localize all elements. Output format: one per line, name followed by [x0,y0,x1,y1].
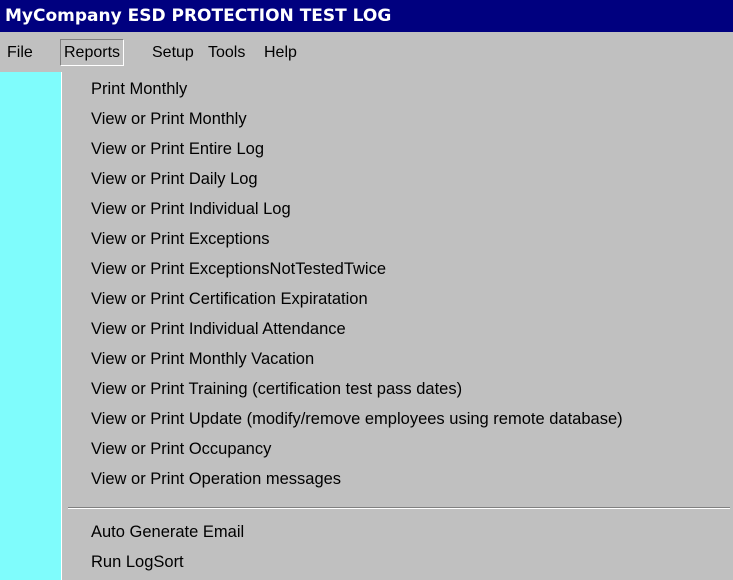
menu-item-run-logsort[interactable]: Run LogSort [91,547,184,577]
menu-help[interactable]: Help [261,39,300,66]
menu-tools[interactable]: Tools [205,39,248,66]
menu-item-view-print-entire-log[interactable]: View or Print Entire Log [91,134,264,164]
menu-item-view-print-daily-log[interactable]: View or Print Daily Log [91,164,258,194]
menu-item-view-print-occupancy[interactable]: View or Print Occupancy [91,434,271,464]
menu-reports[interactable]: Reports [60,39,125,66]
menu-bar: File Reports Setup Tools Help [0,32,733,72]
menu-file[interactable]: File [4,39,36,66]
app-window: MyCompany ESD PROTECTION TEST LOG File R… [0,0,733,580]
menu-item-view-print-individual-log[interactable]: View or Print Individual Log [91,194,291,224]
menu-item-view-print-certification-expiration[interactable]: View or Print Certification Expiratation [91,284,368,314]
menu-item-view-print-operation-messages[interactable]: View or Print Operation messages [91,464,341,494]
menu-item-view-print-individual-attendance[interactable]: View or Print Individual Attendance [91,314,346,344]
title-bar: MyCompany ESD PROTECTION TEST LOG [0,0,733,32]
menu-item-view-print-exceptions-not-tested-twice[interactable]: View or Print ExceptionsNotTestedTwice [91,254,386,284]
window-title: MyCompany ESD PROTECTION TEST LOG [5,6,392,26]
background-panel [0,72,61,580]
menu-item-view-print-monthly[interactable]: View or Print Monthly [91,104,247,134]
menu-setup[interactable]: Setup [149,39,197,66]
menu-separator [68,507,730,509]
menu-item-view-print-update[interactable]: View or Print Update (modify/remove empl… [91,404,623,434]
menu-item-view-print-training[interactable]: View or Print Training (certification te… [91,374,462,404]
menu-item-auto-generate-email[interactable]: Auto Generate Email [91,517,244,547]
reports-dropdown-menu: Print Monthly View or Print Monthly View… [61,72,733,580]
menu-item-view-print-exceptions[interactable]: View or Print Exceptions [91,224,270,254]
menu-item-view-print-monthly-vacation[interactable]: View or Print Monthly Vacation [91,344,314,374]
menu-item-print-monthly[interactable]: Print Monthly [91,74,187,104]
